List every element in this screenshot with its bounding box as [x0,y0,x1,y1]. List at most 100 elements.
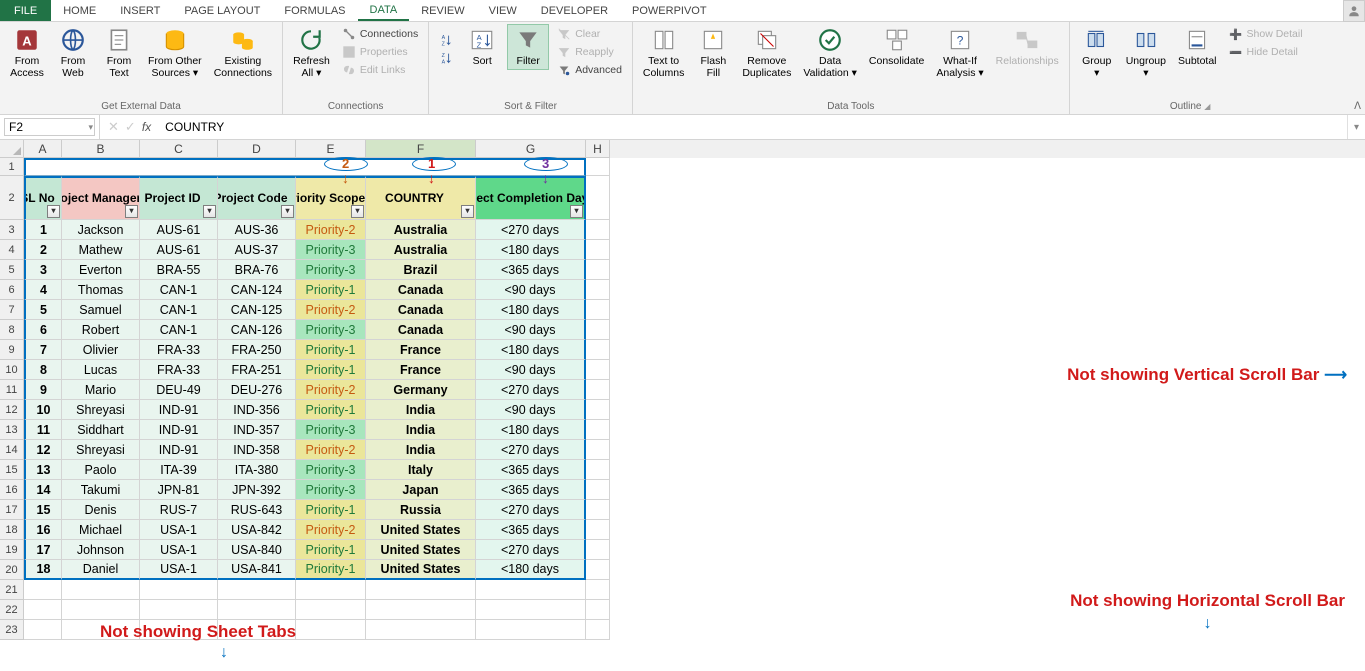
sort-button[interactable]: AZSort [461,24,503,70]
cell[interactable] [218,580,296,600]
existing-connections-button[interactable]: Existing Connections [210,24,276,81]
cell[interactable] [586,176,610,220]
tab-insert[interactable]: INSERT [108,0,172,21]
row-header[interactable]: 20 [0,560,24,580]
row-header[interactable]: 19 [0,540,24,560]
cell[interactable]: Canada [366,300,476,320]
cell[interactable]: FRA-33 [140,360,218,380]
cell[interactable]: Priority-3 [296,320,366,340]
cell[interactable]: 16 [24,520,62,540]
cell[interactable]: Thomas [62,280,140,300]
row-header[interactable]: 15 [0,460,24,480]
cell[interactable] [366,600,476,620]
cell[interactable] [62,580,140,600]
cell[interactable]: AUS-61 [140,220,218,240]
consolidate-button[interactable]: Consolidate [865,24,928,70]
cell[interactable]: 12 [24,440,62,460]
cell[interactable] [586,360,610,380]
cell[interactable]: <365 days [476,260,586,280]
row-header[interactable]: 11 [0,380,24,400]
cell[interactable]: ITA-39 [140,460,218,480]
tab-developer[interactable]: DEVELOPER [529,0,620,21]
tab-formulas[interactable]: FORMULAS [272,0,357,21]
row-header[interactable]: 4 [0,240,24,260]
fx-icon[interactable]: fx [142,120,151,134]
cell[interactable]: Priority-1 [296,400,366,420]
cell[interactable]: Priority-3 [296,460,366,480]
cell[interactable]: Siddhart [62,420,140,440]
row-header[interactable]: 7 [0,300,24,320]
cell[interactable]: <180 days [476,560,586,580]
tab-view[interactable]: VIEW [477,0,529,21]
cell[interactable] [586,560,610,580]
row-header[interactable]: 18 [0,520,24,540]
cell[interactable]: 3 [24,260,62,280]
row-header[interactable]: 3 [0,220,24,240]
from-text-button[interactable]: From Text [98,24,140,81]
cell[interactable] [586,520,610,540]
cell[interactable]: Shreyasi [62,400,140,420]
sort-az-button[interactable]: AZ [435,32,457,48]
cell[interactable]: 10 [24,400,62,420]
row-header[interactable]: 17 [0,500,24,520]
cell[interactable] [586,158,610,176]
cell[interactable] [366,620,476,640]
cell[interactable]: <180 days [476,240,586,260]
row-header[interactable]: 6 [0,280,24,300]
tab-review[interactable]: REVIEW [409,0,476,21]
cell[interactable]: Priority-1 [296,560,366,580]
cell[interactable]: AUS-61 [140,240,218,260]
cell[interactable]: India [366,420,476,440]
cell[interactable]: USA-841 [218,560,296,580]
tab-file[interactable]: FILE [0,0,51,21]
cell[interactable]: <365 days [476,480,586,500]
row-header[interactable]: 13 [0,420,24,440]
cell[interactable]: CAN-126 [218,320,296,340]
cell[interactable] [62,600,140,620]
cell[interactable]: 17 [24,540,62,560]
connections-button[interactable]: Connections [338,26,422,42]
cell[interactable]: <180 days [476,340,586,360]
cell[interactable]: USA-842 [218,520,296,540]
column-header-B[interactable]: B [62,140,140,158]
table-header[interactable]: Priority Scope [296,176,366,220]
cell[interactable]: JPN-392 [218,480,296,500]
cell[interactable]: Jackson [62,220,140,240]
cell[interactable]: FRA-251 [218,360,296,380]
cell[interactable]: Priority-3 [296,480,366,500]
cell[interactable]: Canada [366,280,476,300]
cell[interactable] [586,580,610,600]
from-web-button[interactable]: From Web [52,24,94,81]
cell[interactable] [476,600,586,620]
column-header-C[interactable]: C [140,140,218,158]
cell[interactable]: France [366,340,476,360]
cell[interactable]: Priority-3 [296,260,366,280]
cell[interactable]: United States [366,560,476,580]
row-header[interactable]: 12 [0,400,24,420]
cell[interactable] [586,420,610,440]
cell[interactable]: Brazil [366,260,476,280]
cell[interactable]: <90 days [476,320,586,340]
cell[interactable]: USA-1 [140,560,218,580]
cell[interactable]: 5 [24,300,62,320]
cell[interactable]: <180 days [476,300,586,320]
cell[interactable]: AUS-37 [218,240,296,260]
table-header[interactable]: COUNTRY [366,176,476,220]
cell[interactable]: 13 [24,460,62,480]
subtotal-button[interactable]: Subtotal [1174,24,1221,70]
cell[interactable]: <270 days [476,540,586,560]
cell[interactable]: 11 [24,420,62,440]
cell[interactable]: RUS-7 [140,500,218,520]
cell[interactable] [586,400,610,420]
cell[interactable] [586,540,610,560]
cell[interactable]: 7 [24,340,62,360]
cell[interactable]: Everton [62,260,140,280]
cell[interactable] [586,260,610,280]
cell[interactable] [586,380,610,400]
cell[interactable]: Takumi [62,480,140,500]
group-button[interactable]: Group ▾ [1076,24,1118,81]
filter-dropdown-icon[interactable] [203,205,216,218]
filter-dropdown-icon[interactable] [351,205,364,218]
cell[interactable]: Priority-3 [296,420,366,440]
cell[interactable] [296,600,366,620]
